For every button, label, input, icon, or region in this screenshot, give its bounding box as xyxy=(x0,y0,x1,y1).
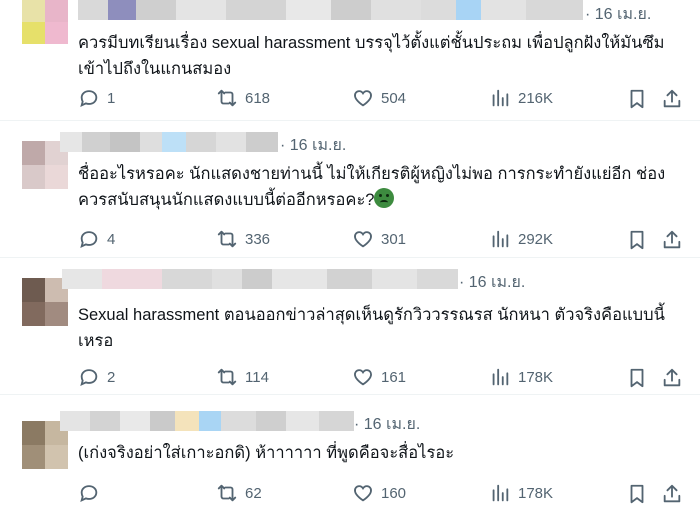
retweet-button[interactable]: 336 xyxy=(216,228,270,250)
share-upload-icon xyxy=(663,230,681,249)
reply-text: Sexual harassment ตอนออกข่าวล่าสุดเห็นดู… xyxy=(78,306,665,350)
like-count: 160 xyxy=(381,484,407,502)
timestamp-text: 16 เม.ย. xyxy=(468,274,526,291)
timestamp-text: 16 เม.ย. xyxy=(594,6,652,23)
reply-bubble-icon xyxy=(80,90,98,107)
share-button[interactable] xyxy=(661,367,683,394)
share-button[interactable] xyxy=(661,229,683,256)
heart-icon xyxy=(354,231,372,248)
timestamp-text: 16 เม.ย. xyxy=(289,137,347,154)
share-button[interactable] xyxy=(661,483,683,510)
views-bars-icon xyxy=(492,368,509,386)
reply-bubble-icon xyxy=(80,369,98,386)
views-count: 292K xyxy=(518,230,554,248)
reply-button[interactable]: 2 xyxy=(78,366,115,388)
share-upload-icon xyxy=(663,89,681,108)
heart-icon xyxy=(354,369,372,386)
like-button[interactable]: 161 xyxy=(352,366,406,388)
reply-1: · 16 เม.ย. ควรมีบทเรียนเรื่อง sexual har… xyxy=(0,0,700,116)
like-button[interactable]: 504 xyxy=(352,87,406,109)
reply-bubble-icon xyxy=(80,231,98,248)
bookmark-button[interactable] xyxy=(626,483,648,510)
retweet-count: 618 xyxy=(245,89,271,107)
views-bars-icon xyxy=(492,484,509,502)
heart-icon xyxy=(354,485,372,502)
share-button[interactable] xyxy=(661,88,683,115)
bookmark-icon xyxy=(630,89,644,109)
like-count: 301 xyxy=(381,230,407,248)
reply-count: 1 xyxy=(107,89,116,107)
heart-icon xyxy=(354,90,372,107)
reply-text: ชื่ออะไรหรอคะ นักแสดงชายท่านนี้ ไม่ให้เก… xyxy=(78,161,678,213)
reply-3: · 16 เม.ย. Sexual harassment ตอนออกข่าวล… xyxy=(0,258,700,391)
avatar[interactable] xyxy=(22,0,68,44)
views-count: 178K xyxy=(518,368,554,386)
reply-text: ควรมีบทเรียนเรื่อง sexual harassment บรร… xyxy=(78,34,665,78)
blurred-username[interactable] xyxy=(60,132,278,152)
bookmark-button[interactable] xyxy=(626,367,648,394)
retweet-button[interactable]: 62 xyxy=(216,482,262,504)
views-count: 216K xyxy=(518,89,554,107)
action-bar: 4 336 301 292K xyxy=(0,228,700,252)
action-bar: 2 114 161 178K xyxy=(0,366,700,390)
share-upload-icon xyxy=(663,368,681,387)
retweet-button[interactable]: 114 xyxy=(216,366,269,388)
reply-2: · 16 เม.ย. ชื่ออะไรหรอคะ นักแสดงชายท่านน… xyxy=(0,121,700,254)
reply-text: (เก่งจริงอย่าใส่เกาะอกดิ) ห้าาาาาา ที่พู… xyxy=(78,444,455,462)
retweet-arrows-icon xyxy=(217,368,237,386)
bookmark-icon xyxy=(630,230,644,250)
blurred-username[interactable] xyxy=(78,0,583,20)
like-count: 161 xyxy=(381,368,407,386)
reply-count: 4 xyxy=(107,230,116,248)
blurred-username[interactable] xyxy=(62,269,458,289)
like-button[interactable]: 301 xyxy=(352,228,406,250)
timestamp[interactable]: · 16 เม.ย. xyxy=(459,270,525,295)
views-button[interactable]: 178K xyxy=(489,366,553,388)
views-count: 178K xyxy=(518,484,554,502)
bookmark-button[interactable] xyxy=(626,88,648,115)
retweet-arrows-icon xyxy=(217,89,237,107)
reply-count: 2 xyxy=(107,368,116,386)
timestamp[interactable]: · 16 เม.ย. xyxy=(585,2,651,27)
views-bars-icon xyxy=(492,230,509,248)
bookmark-button[interactable] xyxy=(626,229,648,256)
timestamp[interactable]: · 16 เม.ย. xyxy=(354,412,420,437)
timestamp[interactable]: · 16 เม.ย. xyxy=(280,133,346,158)
action-bar: 62 160 178K xyxy=(0,482,700,506)
retweet-count: 336 xyxy=(245,230,271,248)
reply-button[interactable]: 1 xyxy=(78,87,115,109)
views-button[interactable]: 216K xyxy=(489,87,553,109)
like-count: 504 xyxy=(381,89,407,107)
reply-button[interactable] xyxy=(78,482,107,504)
share-upload-icon xyxy=(663,484,681,503)
reply-4: · 16 เม.ย. (เก่งจริงอย่าใส่เกาะอกดิ) ห้า… xyxy=(0,395,700,515)
retweet-count: 114 xyxy=(245,368,269,386)
views-bars-icon xyxy=(492,89,509,107)
retweet-count: 62 xyxy=(245,484,262,502)
views-button[interactable]: 178K xyxy=(489,482,553,504)
reply-bubble-icon xyxy=(80,485,98,502)
views-button[interactable]: 292K xyxy=(489,228,553,250)
blurred-username[interactable] xyxy=(60,411,354,431)
like-button[interactable]: 160 xyxy=(352,482,406,504)
nauseated-face-emoji xyxy=(374,188,395,208)
timestamp-text: 16 เม.ย. xyxy=(363,416,421,433)
action-bar: 1 618 504 216K xyxy=(0,87,700,111)
retweet-button[interactable]: 618 xyxy=(216,87,270,109)
bookmark-icon xyxy=(630,368,644,388)
retweet-arrows-icon xyxy=(217,230,237,248)
bookmark-icon xyxy=(630,484,644,504)
retweet-arrows-icon xyxy=(217,484,237,502)
reply-text-content: ชื่ออะไรหรอคะ นักแสดงชายท่านนี้ ไม่ให้เก… xyxy=(78,165,666,209)
reply-button[interactable]: 4 xyxy=(78,228,115,250)
